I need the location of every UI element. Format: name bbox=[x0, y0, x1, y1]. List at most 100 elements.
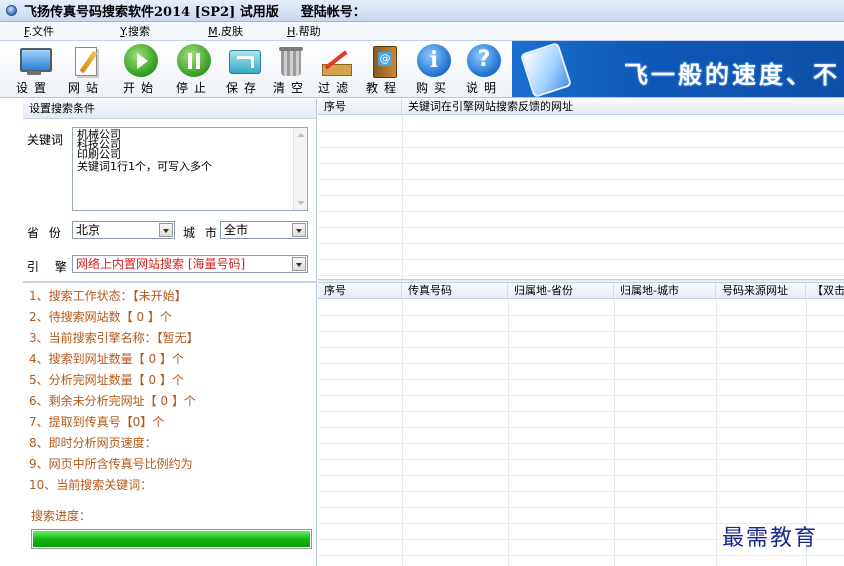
app-globe-icon bbox=[6, 5, 17, 16]
column-header[interactable]: 归属地-城市 bbox=[614, 283, 716, 298]
document-pen-icon bbox=[69, 44, 103, 77]
save-arrow-icon bbox=[227, 44, 261, 77]
column-header[interactable]: 序号 bbox=[318, 283, 402, 298]
grid-row-line bbox=[318, 411, 844, 412]
city-value: 全市 bbox=[224, 223, 249, 237]
start-label: 开始 bbox=[123, 81, 160, 95]
grid-row-line bbox=[318, 163, 844, 164]
panel-divider bbox=[23, 281, 317, 283]
buy-button[interactable]: 购买 bbox=[416, 44, 452, 96]
filter-pencil-icon bbox=[319, 44, 353, 77]
status-work-state: 1、搜索工作状态：【未开始】 bbox=[29, 289, 187, 303]
grid-row-line bbox=[318, 555, 844, 556]
website-label: 网站 bbox=[68, 81, 105, 95]
column-header[interactable]: 传真号码 bbox=[402, 283, 508, 298]
chevron-down-icon[interactable] bbox=[292, 223, 306, 237]
search-progress-bar bbox=[31, 529, 312, 549]
column-header[interactable]: 关键词在引擎网站搜索反馈的网址 bbox=[402, 99, 844, 114]
grid-row-line bbox=[318, 427, 844, 428]
keyword-scrollbar[interactable] bbox=[293, 128, 307, 210]
grid-row-line bbox=[318, 147, 844, 148]
settings-label: 设置 bbox=[16, 81, 53, 95]
grid-row-line bbox=[318, 331, 844, 332]
column-divider bbox=[716, 299, 717, 566]
menu-file[interactable]: F.文件 bbox=[20, 23, 58, 39]
progress-fill bbox=[33, 531, 310, 547]
grid-row-line bbox=[318, 459, 844, 460]
url-grid-body bbox=[318, 115, 844, 279]
status-list: 1、搜索工作状态：【未开始】 2、待搜索网站数【 0 】个 3、当前搜索引擎名称… bbox=[23, 286, 317, 496]
search-settings-header: 设置搜索条件 bbox=[23, 99, 316, 119]
info-icon bbox=[417, 44, 451, 77]
engine-select[interactable]: 网络上内置网站搜索 [海量号码] bbox=[72, 255, 308, 273]
keyword-hint: 关键词1行1个，可写入多个 bbox=[77, 160, 212, 173]
scroll-down-icon[interactable] bbox=[297, 201, 305, 205]
grid-row-line bbox=[318, 443, 844, 444]
search-settings-panel: 设置搜索条件 关键词 机械公司 科技公司 印刷公司 关键词1行1个，可写入多个 … bbox=[23, 99, 317, 566]
website-button[interactable]: 网站 bbox=[68, 44, 104, 96]
scroll-up-icon[interactable] bbox=[297, 133, 305, 137]
province-select[interactable]: 北京 bbox=[72, 221, 175, 239]
city-select[interactable]: 全市 bbox=[220, 221, 308, 239]
start-button[interactable]: 开始 bbox=[123, 44, 159, 96]
grid-row-line bbox=[318, 507, 844, 508]
phone-graphic-icon bbox=[519, 41, 573, 97]
grid-row-line bbox=[318, 227, 844, 228]
column-header[interactable]: 号码来源网址 bbox=[716, 283, 806, 298]
chevron-down-icon[interactable] bbox=[292, 257, 306, 271]
grid-row-line bbox=[318, 179, 844, 180]
clear-label: 清空 bbox=[273, 81, 310, 95]
grid-row-line bbox=[318, 275, 844, 276]
column-header[interactable]: 归属地-省份 bbox=[508, 283, 614, 298]
save-button[interactable]: 保存 bbox=[226, 44, 262, 96]
filter-button[interactable]: 过滤 bbox=[318, 44, 354, 96]
column-header[interactable]: 【双击 bbox=[806, 283, 844, 298]
grid-row-line bbox=[318, 363, 844, 364]
status-urls-analyzed: 5、分析完网址数量【 0 】个 bbox=[29, 373, 184, 387]
menu-help[interactable]: H.帮助 bbox=[283, 23, 325, 39]
status-current-keyword: 10、当前搜索关键词： bbox=[29, 478, 153, 492]
tutorial-button[interactable]: 教程 bbox=[366, 44, 402, 96]
status-urls-remaining: 6、剩余未分析完网址【 0 】个 bbox=[29, 394, 196, 408]
about-label: 说明 bbox=[466, 81, 503, 95]
title-bar: 飞扬传真号码搜索软件2014 [SP2] 试用版 登陆帐号： bbox=[0, 0, 844, 22]
stop-label: 停止 bbox=[176, 81, 213, 95]
clear-button[interactable]: 清空 bbox=[273, 44, 309, 96]
url-grid[interactable]: 序号 关键词在引擎网站搜索反馈的网址 bbox=[318, 99, 844, 279]
stop-button[interactable]: 停止 bbox=[176, 44, 212, 96]
chevron-down-icon[interactable] bbox=[159, 223, 173, 237]
window-title: 飞扬传真号码搜索软件2014 [SP2] 试用版 bbox=[24, 5, 279, 20]
results-area: 序号 关键词在引擎网站搜索反馈的网址 序号 传真号码 归属地-省份 归属地-城市… bbox=[318, 99, 844, 566]
keyword-textarea[interactable]: 机械公司 科技公司 印刷公司 关键词1行1个，可写入多个 bbox=[72, 127, 308, 211]
trash-icon bbox=[274, 44, 308, 77]
tutorial-label: 教程 bbox=[366, 81, 403, 95]
save-label: 保存 bbox=[226, 81, 263, 95]
engine-label: 引 擎 bbox=[27, 260, 73, 274]
grid-row-line bbox=[318, 195, 844, 196]
column-divider bbox=[614, 299, 615, 566]
column-header[interactable]: 序号 bbox=[318, 99, 402, 114]
province-label: 省 份 bbox=[27, 226, 64, 240]
toolbar: 设置 网站 开始 停止 保存 清空 过滤 教程 购买 说明 飞一般的速度、不 bbox=[0, 41, 844, 98]
grid-row-line bbox=[318, 259, 844, 260]
url-grid-header: 序号 关键词在引擎网站搜索反馈的网址 bbox=[318, 99, 844, 115]
menu-search[interactable]: Y.搜索 bbox=[116, 23, 154, 39]
grid-row-line bbox=[318, 131, 844, 132]
status-urls-found: 4、搜索到网址数量【 0 】个 bbox=[29, 352, 184, 366]
engine-value: 网络上内置网站搜索 [海量号码] bbox=[76, 257, 246, 271]
grid-row-line bbox=[318, 243, 844, 244]
progress-label: 搜索进度： bbox=[31, 509, 92, 523]
menu-bar: F.文件 Y.搜索 M.皮肤 H.帮助 bbox=[0, 22, 844, 41]
filter-label: 过滤 bbox=[318, 81, 355, 95]
play-icon bbox=[124, 44, 158, 77]
promo-banner: 飞一般的速度、不 bbox=[512, 41, 844, 97]
status-fax-ratio: 9、网页中所含传真号比例约为 bbox=[29, 457, 193, 471]
pause-icon bbox=[177, 44, 211, 77]
menu-skin[interactable]: M.皮肤 bbox=[204, 23, 247, 39]
settings-button[interactable]: 设置 bbox=[16, 44, 52, 96]
book-icon bbox=[367, 44, 401, 78]
grid-row-line bbox=[318, 315, 844, 316]
grid-row-line bbox=[318, 379, 844, 380]
about-button[interactable]: 说明 bbox=[466, 44, 502, 96]
grid-row-line bbox=[318, 395, 844, 396]
